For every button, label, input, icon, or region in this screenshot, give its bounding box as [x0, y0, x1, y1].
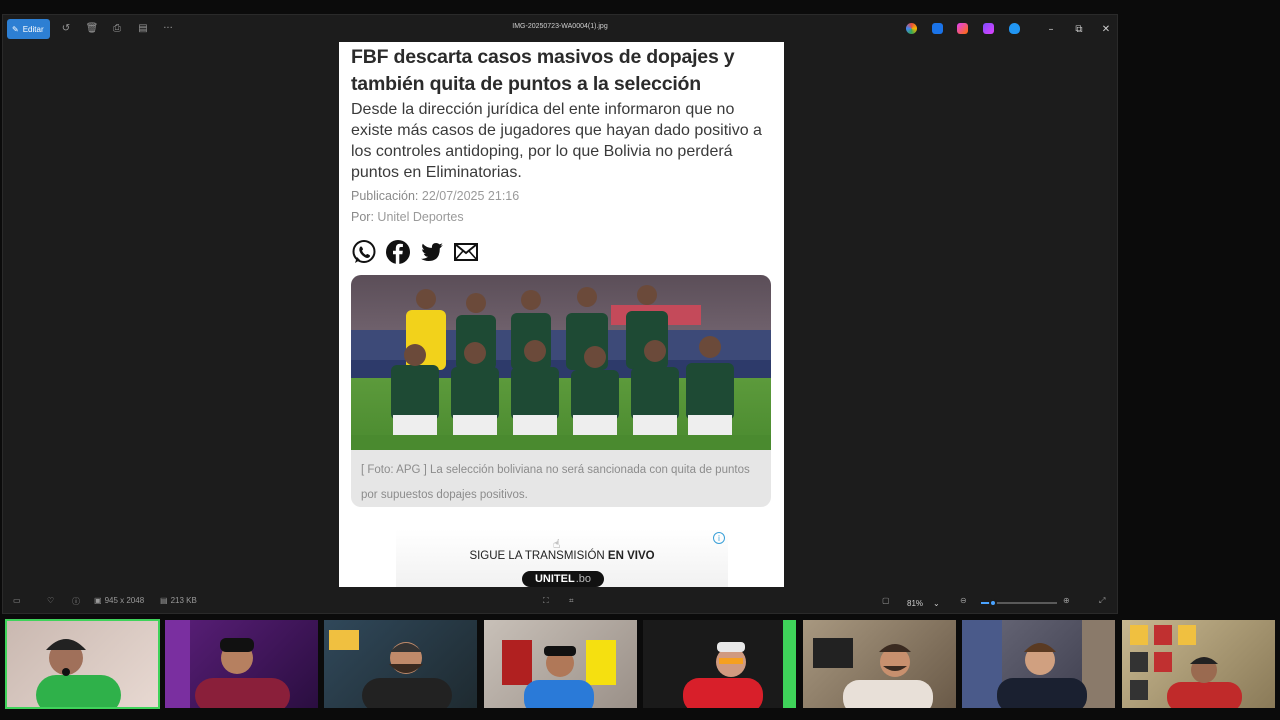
- publication-line: Publicación: 22/07/2025 21:16: [351, 189, 519, 203]
- dimensions-info: ▣ 945 x 2048: [94, 596, 144, 605]
- chevron-down-icon: ⌄: [933, 598, 940, 608]
- zoom-out-icon[interactable]: ⊖: [960, 596, 967, 605]
- favorite-icon[interactable]: ♡: [47, 596, 54, 605]
- file-icon: ▤: [160, 596, 168, 605]
- ad-logo-suffix: .bo: [575, 573, 592, 585]
- whatsapp-icon: [351, 239, 377, 265]
- webcam-tile: [484, 620, 637, 708]
- mail-icon: [453, 239, 479, 265]
- clipchamp-icon[interactable]: [957, 23, 968, 34]
- ad-text-prefix: SIGUE LA TRANSMISIÓN: [469, 550, 608, 562]
- close-icon[interactable]: ✕: [1098, 21, 1114, 37]
- zoom-text: 81%: [907, 598, 924, 608]
- caption-source: [ Foto: APG ]: [361, 464, 427, 476]
- twitter-icon: [419, 239, 445, 265]
- webcam-tile: [803, 620, 956, 708]
- designer-icon[interactable]: [932, 23, 943, 34]
- zoom-level[interactable]: 81% ⌄: [905, 595, 947, 611]
- window-title: IMG-20250723-WA0004(1).jpg: [512, 23, 608, 30]
- size-text: 213 KB: [170, 596, 197, 605]
- info-circle-icon[interactable]: ⓘ: [72, 596, 80, 607]
- publication-label: Publicación:: [351, 189, 419, 203]
- actual-size-icon[interactable]: ▢: [882, 596, 890, 605]
- minimize-icon[interactable]: –: [1043, 21, 1059, 37]
- facebook-icon: [385, 239, 411, 265]
- publication-date: 22/07/2025 21:16: [421, 189, 520, 203]
- crop-icon[interactable]: ⌗: [569, 596, 574, 606]
- info-icon: i: [713, 532, 725, 544]
- article-headline: FBF descarta casos masivos de dopajes y …: [351, 46, 735, 95]
- team-photo: [351, 275, 771, 450]
- copilot-icon[interactable]: [906, 23, 917, 34]
- webcam-tile: [324, 620, 477, 708]
- size-info: ▤ 213 KB: [160, 596, 197, 605]
- webcam-tile: [165, 620, 318, 708]
- zoom-in-icon[interactable]: ⊕: [1063, 596, 1070, 605]
- ad-banner: i SIGUE LA TRANSMISIÓN EN VIVO UNITEL .bo: [396, 529, 728, 587]
- author-line: Por: Unitel Deportes: [351, 210, 464, 224]
- photos-app-icon[interactable]: [983, 23, 994, 34]
- unitel-logo: UNITEL .bo: [522, 571, 604, 587]
- photo-caption: [ Foto: APG ] La selección boliviana no …: [351, 450, 771, 507]
- article-lead: Desde la dirección jurídica del ente inf…: [351, 101, 762, 181]
- photos-viewer-window: ✎ Editar ↺ 🗑 ⎙ ▤ ··· IMG-20250723-WA0004…: [2, 14, 1118, 614]
- zoom-slider[interactable]: [981, 599, 1057, 607]
- ad-text-bold: EN VIVO: [607, 550, 655, 562]
- fullscreen-icon[interactable]: ⤢: [1099, 596, 1105, 606]
- author-name: Unitel Deportes: [377, 210, 464, 224]
- webcam-tile: [1122, 620, 1275, 708]
- screen: ✎ Editar ↺ 🗑 ⎙ ▤ ··· IMG-20250723-WA0004…: [0, 0, 1280, 720]
- ad-text: SIGUE LA TRANSMISIÓN EN VIVO: [396, 550, 728, 562]
- article-image: FBF descarta casos masivos de dopajes y …: [339, 42, 784, 587]
- webcam-tile: [5, 619, 160, 709]
- author-label: Por:: [351, 210, 374, 224]
- webcam-tile: [962, 620, 1115, 708]
- onedrive-icon[interactable]: [1009, 23, 1020, 34]
- status-bar: ▭ ♡ ⓘ ▣ 945 x 2048 ▤ 213 KB ⛶ ⌗ ▢ 81% ⌄ ⊖ ⊕…: [3, 591, 1117, 615]
- hand-cursor-icon: ☝: [553, 537, 561, 551]
- filmstrip-icon[interactable]: ▭: [13, 596, 21, 605]
- title-bar: ✎ Editar ↺ 🗑 ⎙ ▤ ··· IMG-20250723-WA0004…: [3, 15, 1117, 43]
- webcam-tile: [643, 620, 796, 708]
- maximize-icon[interactable]: ⧉: [1071, 21, 1087, 37]
- image-icon: ▣: [94, 596, 102, 605]
- ad-logo-text: UNITEL: [534, 573, 575, 585]
- dimensions-text: 945 x 2048: [104, 596, 145, 605]
- fit-icon[interactable]: ⛶: [543, 596, 549, 606]
- zoom-slider-knob[interactable]: [989, 599, 997, 607]
- share-icons: [351, 239, 479, 265]
